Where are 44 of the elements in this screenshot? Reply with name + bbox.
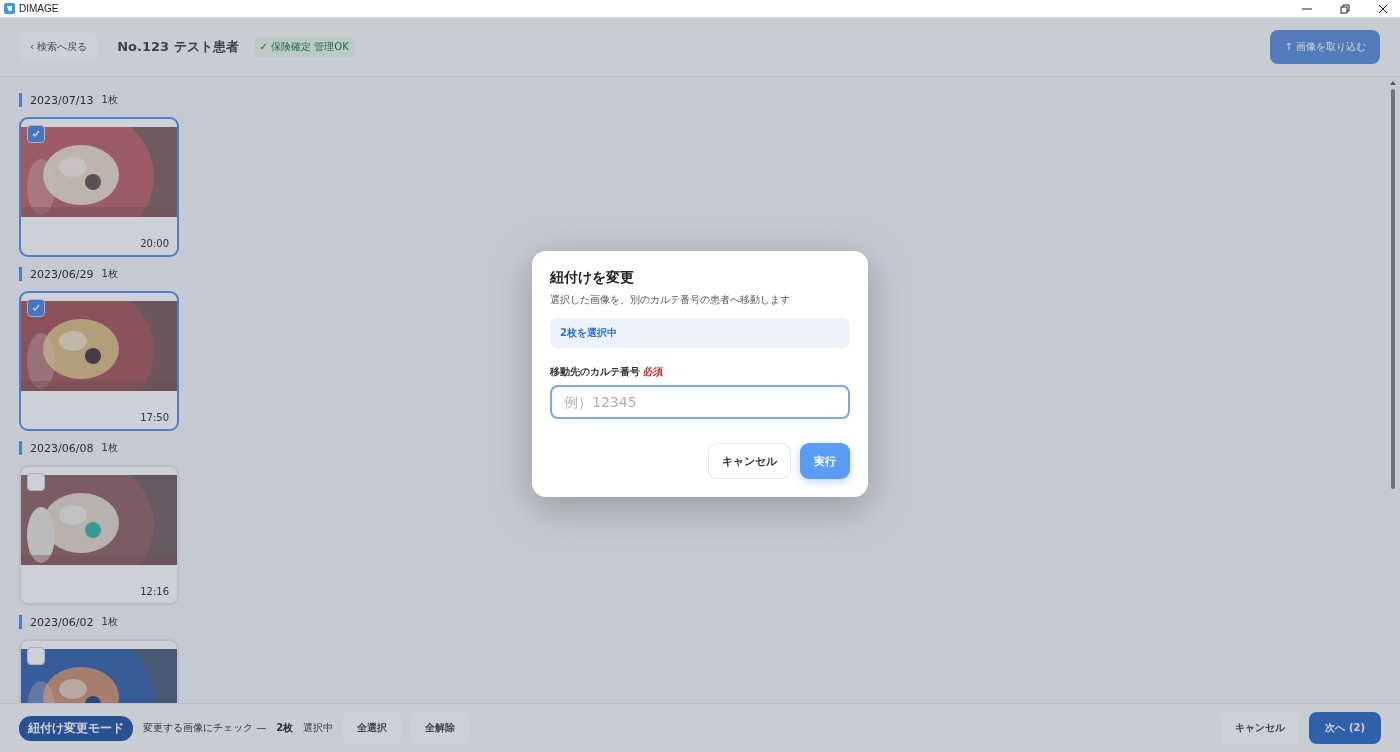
date-heading: 2023/06/29: [30, 267, 94, 281]
mode-badge: 紐付け変更モード: [19, 715, 133, 741]
checkmark-icon: [32, 130, 40, 138]
dialog-title: 紐付けを変更: [550, 269, 635, 287]
checkbox[interactable]: [27, 473, 45, 491]
image-count: 1枚: [101, 615, 118, 629]
clear-all-button[interactable]: 全解除: [411, 712, 470, 744]
restore-icon: [1340, 3, 1350, 14]
image-count: 1枚: [101, 441, 118, 455]
patient-name: No.123 テスト患者: [117, 38, 239, 56]
status-badge: ✓ 保険確定 管理OK: [254, 37, 354, 57]
scroll-up-icon[interactable]: [1390, 81, 1396, 85]
image-count: 1枚: [101, 93, 118, 107]
scrollbar-thumb[interactable]: [1391, 89, 1395, 489]
chart-number-field[interactable]: 例）12345: [550, 385, 850, 419]
close-icon: [1378, 3, 1388, 14]
select-all-button[interactable]: 全選択: [343, 712, 402, 744]
checkbox[interactable]: [27, 647, 45, 665]
dialog-description: 選択した画像を、別のカルテ番号の患者へ移動します: [550, 293, 791, 307]
capture-time: 17:50: [140, 412, 169, 423]
window-title: DIMAGE: [19, 3, 60, 14]
hint-text: 変更する画像にチェック —: [143, 721, 267, 735]
checkbox[interactable]: [27, 299, 45, 317]
cancel-button[interactable]: キャンセル: [708, 443, 791, 479]
date-heading: 2023/07/13: [30, 93, 94, 107]
cancel-button[interactable]: キャンセル: [1221, 712, 1300, 744]
field-label: 移動先のカルテ番号: [550, 365, 640, 379]
checkmark-icon: [32, 304, 40, 312]
image-count: 1枚: [101, 267, 118, 281]
tooth-logo-icon: [4, 3, 15, 14]
next-button[interactable]: 次へ (2): [1309, 712, 1381, 744]
required-tag: 必須: [643, 365, 663, 379]
image-card[interactable]: 12:16: [19, 465, 179, 605]
capture-time: 12:16: [140, 586, 169, 597]
selection-info: 2枚を選択中: [550, 318, 850, 348]
back-button[interactable]: ‹ 検索へ戻る: [20, 33, 98, 61]
image-card[interactable]: 17:50: [19, 291, 179, 431]
checkbox[interactable]: [27, 125, 45, 143]
date-heading: 2023/06/02: [30, 615, 94, 629]
selected-count: 2枚: [276, 721, 294, 735]
selected-label: 選択中: [303, 721, 334, 735]
capture-time: 20:00: [140, 238, 169, 249]
image-card[interactable]: 20:00: [19, 117, 179, 257]
date-heading: 2023/06/08: [30, 441, 94, 455]
